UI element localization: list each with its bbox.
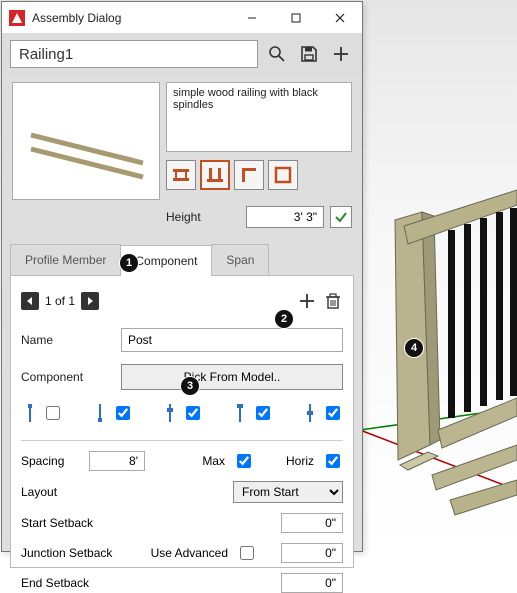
component-name-input[interactable] <box>121 328 343 352</box>
pager-count: 1 of 1 <box>45 294 75 308</box>
start-setback-label: Start Setback <box>21 516 131 530</box>
spacing-label: Spacing <box>21 454 83 468</box>
tab-profile-member[interactable]: Profile Member <box>10 244 121 275</box>
callout-4: 4 <box>404 338 424 358</box>
maximize-button[interactable] <box>274 2 318 34</box>
position-checkbox-4[interactable] <box>256 406 270 420</box>
name-label: Name <box>21 333 121 347</box>
type-option-1[interactable] <box>166 160 196 190</box>
end-setback-label: End Setback <box>21 576 131 590</box>
add-button[interactable] <box>328 41 354 67</box>
position-checkbox-5[interactable] <box>326 406 340 420</box>
type-option-2-selected[interactable] <box>200 160 230 190</box>
use-advanced-checkbox[interactable] <box>240 546 254 560</box>
assembly-dialog: Assembly Dialog simp <box>1 1 363 552</box>
position-options-row <box>21 402 343 424</box>
position-icon-inline <box>161 402 179 424</box>
position-icon-top <box>21 402 39 424</box>
position-icon-center <box>301 402 319 424</box>
component-label: Component <box>21 370 121 384</box>
junction-setback-label: Junction Setback <box>21 546 131 560</box>
assembly-description[interactable]: simple wood railing with black spindles <box>166 82 352 152</box>
callout-3: 3 <box>180 376 200 396</box>
end-setback-input[interactable] <box>281 573 343 593</box>
height-label: Height <box>166 210 240 224</box>
assembly-name-input[interactable] <box>10 40 258 68</box>
assembly-type-row <box>166 158 352 192</box>
assembly-name-bar <box>2 34 362 74</box>
layout-select[interactable]: From Start <box>233 481 343 503</box>
close-button[interactable] <box>318 2 362 34</box>
junction-setback-input[interactable] <box>281 543 343 563</box>
position-checkbox-3[interactable] <box>186 406 200 420</box>
start-setback-input[interactable] <box>281 513 343 533</box>
spacing-input[interactable] <box>89 451 145 471</box>
position-checkbox-1[interactable] <box>46 406 60 420</box>
delete-component-button[interactable] <box>323 288 343 314</box>
pager-next-button[interactable] <box>81 292 99 310</box>
callout-2: 2 <box>274 309 294 329</box>
height-confirm-button[interactable] <box>330 206 352 228</box>
tabs: Profile Member Component Span <box>10 244 354 276</box>
app-logo-icon <box>8 9 26 27</box>
pick-from-model-button[interactable]: Pick From Model.. <box>121 364 343 390</box>
max-checkbox[interactable] <box>237 454 251 468</box>
position-icon-bottom <box>91 402 109 424</box>
save-button[interactable] <box>296 41 322 67</box>
callout-1: 1 <box>119 253 139 273</box>
window-title: Assembly Dialog <box>32 11 230 25</box>
horiz-label: Horiz <box>286 454 314 468</box>
type-option-4[interactable] <box>268 160 298 190</box>
position-checkbox-2[interactable] <box>116 406 130 420</box>
height-input[interactable] <box>246 206 324 228</box>
assembly-thumbnail <box>12 82 160 200</box>
layout-label: Layout <box>21 485 83 499</box>
position-icon-offset-top <box>231 402 249 424</box>
use-advanced-label: Use Advanced <box>151 546 228 560</box>
search-button[interactable] <box>264 41 290 67</box>
max-label: Max <box>202 454 225 468</box>
pager-prev-button[interactable] <box>21 292 39 310</box>
minimize-button[interactable] <box>230 2 274 34</box>
add-component-button[interactable] <box>297 288 317 314</box>
tab-span[interactable]: Span <box>211 244 269 275</box>
horiz-checkbox[interactable] <box>326 454 340 468</box>
type-option-3[interactable] <box>234 160 264 190</box>
tab-body: 1 of 1 Name Component Pick From Model.. <box>10 276 354 568</box>
titlebar: Assembly Dialog <box>2 2 362 34</box>
